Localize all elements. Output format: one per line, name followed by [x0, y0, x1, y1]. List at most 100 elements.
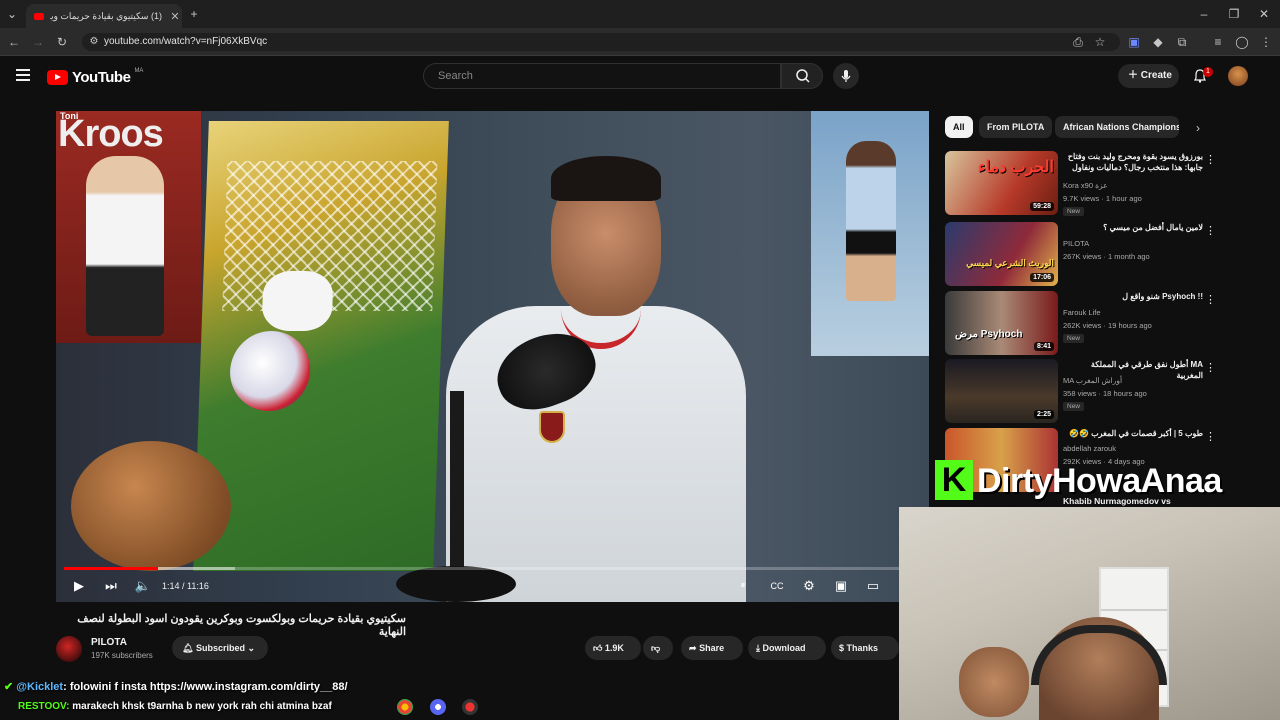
minimize-icon[interactable]: – — [1196, 6, 1212, 22]
presenter-jersey — [446, 306, 746, 602]
recommendation-item[interactable]: 2:25 MA أطول نفق طرقي في المملكة المغربي… — [945, 359, 1265, 423]
theater-mode-icon[interactable]: ▭ — [864, 577, 882, 595]
rec-meta: 262K views · 19 hours ago — [1063, 321, 1152, 330]
rec-thumbnail: الوريث الشرعي لميسي 17:06 — [945, 222, 1058, 286]
progress-bar[interactable] — [64, 567, 921, 570]
new-tab-icon[interactable]: + — [186, 6, 202, 22]
install-icon[interactable]: ⎙ — [1070, 34, 1086, 50]
poster-glove — [261, 271, 334, 331]
chat-line-1: ✔ @Kicklet: folowini f insta https://www… — [4, 680, 348, 693]
thanks-label: Thanks — [846, 643, 879, 653]
back-icon[interactable]: ← — [6, 34, 22, 50]
restore-icon[interactable]: ❐ — [1226, 6, 1242, 22]
browser-tab-bar: ⌄ (1) سكيتيوي بقيادة حريمات ويول ✕ + – ❐… — [0, 0, 1280, 28]
video-title: سكيتيوي بقيادة حريمات وبولكسوت وبوكرين ي… — [77, 613, 406, 638]
forward-icon[interactable]: → — [30, 34, 46, 50]
rec-new-badge: New — [1063, 402, 1085, 411]
browser-menu-icon[interactable]: ⋮ — [1258, 34, 1274, 50]
rec-new-badge: New — [1063, 334, 1085, 343]
site-info-icon[interactable]: ⚙ — [86, 34, 102, 50]
profile-icon[interactable]: ◯ — [1234, 34, 1250, 50]
rec-thumbnail: الحرب دماء 59:28 — [945, 151, 1058, 215]
voice-search-button[interactable] — [833, 63, 859, 89]
browser-tab-youtube[interactable]: (1) سكيتيوي بقيادة حريمات ويول ✕ — [26, 4, 182, 28]
download-icon: ⤓ — [756, 643, 760, 653]
recommendation-item[interactable]: مرض Psyhoch 8:41 !! Psyhoch شنو واقع ل F… — [945, 291, 1265, 355]
hamburger-menu-icon[interactable] — [16, 69, 30, 81]
progress-played — [64, 567, 158, 570]
mic-stand — [450, 391, 464, 591]
like-button[interactable]: 👍︎ 1.9K — [585, 636, 641, 660]
user-avatar[interactable] — [1228, 66, 1248, 86]
autoplay-toggle-icon[interactable]: ⏸ — [734, 577, 752, 595]
video-player[interactable]: Toni Kroos ▶ ⏭ 🔈 1:14 / 11:16 ⏸ CC ⚙ ▣ ▭ — [56, 111, 929, 602]
search-button[interactable] — [781, 63, 823, 89]
chip-all[interactable]: All — [945, 116, 973, 138]
rec-title: !! Psyhoch شنو واقع ل — [1122, 292, 1203, 301]
chat-user-1: @Kicklet — [16, 681, 64, 693]
close-tab-icon[interactable]: ✕ — [168, 10, 182, 23]
like-count: 1.9K — [604, 643, 624, 653]
goalkeeper-poster — [193, 121, 449, 571]
rec-thumb-text: الحرب دماء — [977, 159, 1054, 176]
recommendation-item[interactable]: الوريث الشرعي لميسي 17:06 لامين يامال أف… — [945, 222, 1265, 286]
url-field[interactable]: youtube.com/watch?v=nFj06XkBVqc — [82, 33, 1120, 51]
chrome-taskbar-icon[interactable] — [397, 699, 413, 715]
download-button[interactable]: ⤓ Download — [748, 636, 826, 660]
more-options-icon[interactable]: ⋮ — [1205, 361, 1216, 374]
settings-gear-icon[interactable]: ⚙ — [800, 577, 818, 595]
channel-name[interactable]: PILOTA — [91, 637, 127, 648]
translate-extension-icon[interactable]: ▣ — [1126, 34, 1142, 50]
recommendation-item[interactable]: الحرب دماء 59:28 بورزوق يسود بقوة ومحرج … — [945, 151, 1265, 216]
share-icon: ➦ — [689, 643, 697, 653]
kroos-poster: Toni Kroos — [56, 111, 201, 343]
chip-african-nations[interactable]: African Nations Champions — [1055, 116, 1179, 138]
captions-icon[interactable]: CC — [768, 577, 786, 595]
app-taskbar-icon[interactable] — [430, 699, 446, 715]
close-window-icon[interactable]: ✕ — [1256, 6, 1272, 22]
channel-avatar[interactable] — [56, 636, 82, 662]
maradona-poster — [811, 111, 929, 356]
rec-meta: 9.7K views · 1 hour ago — [1063, 194, 1142, 203]
tab-list-icon[interactable]: ⌄ — [4, 6, 20, 22]
search-input[interactable]: Search — [423, 63, 781, 89]
bookmark-star-icon[interactable]: ☆ — [1092, 34, 1108, 50]
thanks-button[interactable]: $ Thanks — [831, 636, 899, 660]
create-button[interactable]: ＋ Create — [1118, 64, 1179, 88]
rec-meta: 358 views · 18 hours ago — [1063, 389, 1147, 398]
country-code: MA — [134, 68, 144, 74]
poster-right-figure — [846, 141, 896, 301]
reload-icon[interactable]: ↻ — [54, 34, 70, 50]
chat-user-2: RESTOOV: — [18, 701, 70, 712]
chevron-down-icon: ⌄ — [247, 643, 256, 653]
chat-text-1: : folowini f insta https://www.instagram… — [63, 681, 348, 693]
extension-diamond-icon[interactable]: ◆ — [1150, 34, 1166, 50]
chip-from-channel[interactable]: From PILOTA — [979, 116, 1053, 138]
more-options-icon[interactable]: ⋮ — [1205, 430, 1216, 443]
dislike-button[interactable]: 👎︎ — [643, 636, 673, 660]
kick-logo: K — [935, 460, 973, 500]
thumbs-up-icon: 👍︎ — [593, 643, 603, 653]
next-icon[interactable]: ⏭ — [102, 577, 120, 595]
play-icon[interactable]: ▶ — [70, 577, 88, 595]
webcam-hand — [959, 647, 1029, 717]
streamer-name-overlay: K DirtyHowaAnaa — [935, 456, 1275, 502]
share-button[interactable]: ➦ Share — [681, 636, 743, 660]
volume-icon[interactable]: 🔈 — [134, 577, 152, 595]
more-options-icon[interactable]: ⋮ — [1205, 293, 1216, 306]
rec-duration: 8:41 — [1033, 342, 1054, 351]
chevron-right-icon[interactable]: › — [1190, 120, 1206, 136]
poster-ball — [228, 331, 312, 411]
reading-list-icon[interactable]: ≡ — [1210, 34, 1226, 50]
rec-duration: 59:28 — [1030, 202, 1054, 211]
more-options-icon[interactable]: ⋮ — [1205, 153, 1216, 166]
rec-meta: 267K views · 1 month ago — [1063, 252, 1150, 261]
search-placeholder: Search — [438, 70, 473, 82]
youtube-logo[interactable]: YouTube MA — [47, 68, 144, 86]
share-label: Share — [699, 643, 725, 653]
extensions-puzzle-icon[interactable]: ⧉ — [1174, 34, 1190, 50]
more-options-icon[interactable]: ⋮ — [1205, 224, 1216, 237]
subscribed-button[interactable]: 🔔︎ Subscribed ⌄ — [172, 636, 268, 660]
recording-taskbar-icon[interactable] — [462, 699, 478, 715]
miniplayer-icon[interactable]: ▣ — [832, 577, 850, 595]
